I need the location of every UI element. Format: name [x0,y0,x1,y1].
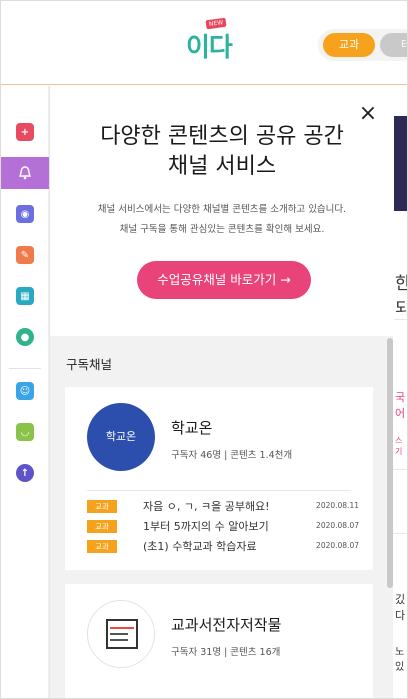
background-text-fragment: 노 있 [395,647,405,673]
post-title[interactable]: (초1) 수학교과 학습자료 [143,539,257,555]
panel-desc-line1: 채널 서비스에서는 다양한 채널별 콘텐츠를 소개하고 있습니다. [97,204,347,215]
cloud-upload-icon: ↑ [16,464,34,482]
background-divider [393,469,407,470]
background-banner [393,116,407,211]
edit-icon: ✎ [16,246,34,264]
class-board-icon: ▦ [16,287,34,305]
background-link-fragment: 스기 [395,436,403,456]
post-date: 2020.08.07 [316,521,359,530]
post-title[interactable]: 자음 ㅇ, ㄱ, ㅋ을 공부해요! [143,499,270,515]
panel-desc-line2: 채널 구독을 통해 관심있는 콘텐츠를 확인해 보세요. [119,224,325,235]
panel-title-line1: 다양한 콘텐츠의 공유 공간 [100,124,344,149]
channel-logo: 학교온 [87,403,155,471]
channel-logo-text: 학교온 [105,430,137,443]
tab-subject[interactable]: 교과 [323,33,375,57]
teacher-icon: ☺ [16,382,34,400]
sidebar-item-notifications[interactable] [1,157,49,189]
channel-name[interactable]: 교과서전자저작물 [171,614,281,635]
sidebar: + ◉ ✎ ▦ ● ☺ ◡ ↑ [1,86,49,698]
list-item[interactable]: 교과 자음 ㅇ, ㄱ, ㅋ을 공부해요! 2020.08.11 [87,499,359,515]
top-header: NEW 이다 교과 테 [1,1,407,85]
list-item[interactable]: 교과 1부터 5까지의 수 알아보기 2020.08.07 [87,519,359,535]
target-icon: ◉ [16,205,34,223]
list-item[interactable]: 교과 (초1) 수학교과 학습자료 2020.08.07 [87,539,359,555]
background-text-fragment: 깄다 [395,593,406,622]
site-logo[interactable]: NEW 이다 [186,17,248,63]
channel-logo [87,600,155,668]
background-tab-fragment: 국어 [395,391,406,420]
card-divider [87,490,351,491]
panel-title-line2: 채널 서비스 [167,154,277,179]
channel-card[interactable]: 학교온 학교온 구독자 46명 | 콘텐츠 1.4천개 교과 자음 ㅇ, ㄱ, … [65,387,373,570]
sidebar-item-class[interactable]: ▦ [1,280,49,312]
sidebar-item-edit[interactable]: ✎ [1,239,49,271]
sidebar-divider [9,368,41,369]
book-stripe [110,633,128,635]
section-title-subscribed: 구독채널 [66,357,113,372]
sidebar-item-teacher[interactable]: ☺ [1,375,49,407]
smile-icon: ◡ [16,423,34,441]
page: NEW 이다 교과 테 + ◉ ✎ ▦ ● ☺ [0,0,408,699]
channel-meta: 구독자 31명 | 콘텐츠 16개 [171,647,281,658]
textbook-icon [106,619,138,649]
panel-scrollbar[interactable] [387,338,393,588]
background-heading-fragment: 한 되 [395,269,407,319]
book-stripe [110,627,134,629]
top-tab-group: 교과 테 [318,29,407,61]
channel-panel: × 다양한 콘텐츠의 공유 공간 채널 서비스 채널 서비스에서는 다양한 채널… [49,86,394,698]
background-divider [393,319,407,320]
post-title[interactable]: 1부터 5까지의 수 알아보기 [143,519,269,535]
sidebar-item-add[interactable]: + [1,116,49,148]
channel-meta: 구독자 46명 | 콘텐츠 1.4천개 [171,450,293,461]
post-date: 2020.08.11 [316,501,359,510]
background-divider [393,533,407,534]
tab-theme[interactable]: 테 [380,33,407,57]
category-badge: 교과 [87,520,117,533]
book-stripe [110,639,128,641]
panel-title: 다양한 콘텐츠의 공유 공간 채널 서비스 [50,122,394,182]
sidebar-item-target[interactable]: ◉ [1,198,49,230]
bell-icon [16,164,34,182]
sidebar-item-cloud[interactable]: ● [1,321,49,353]
plus-folder-icon: + [16,123,34,141]
panel-intro: × 다양한 콘텐츠의 공유 공간 채널 서비스 채널 서비스에서는 다양한 채널… [50,86,394,336]
go-to-channel-button[interactable]: 수업공유채널 바로가기 → [137,261,311,299]
post-date: 2020.08.07 [316,541,359,550]
channel-card[interactable]: 교과서전자저작물 구독자 31명 | 콘텐츠 16개 [65,584,373,698]
sidebar-item-upload[interactable]: ↑ [1,457,49,489]
channel-name[interactable]: 학교온 [171,417,212,438]
category-badge: 교과 [87,540,117,553]
panel-description: 채널 서비스에서는 다양한 채널별 콘텐츠를 소개하고 있습니다. 채널 구독을… [50,200,394,240]
cloud-icon: ● [16,328,34,346]
sidebar-item-smile[interactable]: ◡ [1,416,49,448]
category-badge: 교과 [87,500,117,513]
logo-text: 이다 [186,33,233,63]
